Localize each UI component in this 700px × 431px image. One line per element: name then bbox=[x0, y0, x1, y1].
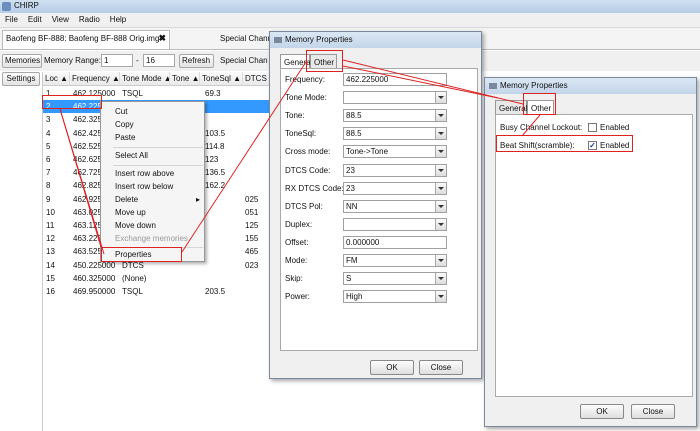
annotation-line bbox=[181, 61, 307, 253]
annotation-arrows bbox=[59, 59, 541, 255]
annotation-line bbox=[59, 108, 102, 248]
annotation-line bbox=[342, 65, 499, 99]
annotation-line bbox=[521, 114, 541, 137]
